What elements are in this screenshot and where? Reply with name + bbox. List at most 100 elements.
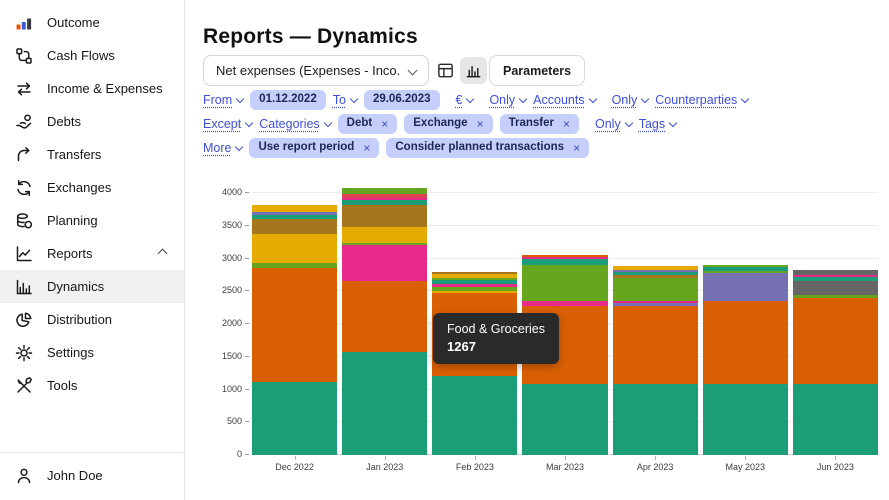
filter-row-3: More Use report period × Consider planned … (203, 137, 590, 159)
outcome-logo-icon (16, 18, 32, 29)
stacked-bar-may-2023[interactable] (702, 265, 788, 455)
sidebar-item-label: Exchanges (47, 180, 112, 195)
filter-from[interactable]: From (203, 93, 245, 107)
y-tick-mark (245, 421, 249, 423)
stacked-bar-jan-2023[interactable] (342, 187, 428, 455)
page-title: Reports — Dynamics (203, 25, 418, 49)
filter-categories[interactable]: Categories (259, 117, 332, 131)
y-tick-label: 3000 (221, 252, 242, 263)
stacked-bar-apr-2023[interactable] (612, 266, 698, 455)
table-view-button[interactable] (432, 57, 459, 84)
bar-segment-orange[interactable] (252, 267, 338, 383)
sidebar-item-planning[interactable]: Planning (0, 204, 184, 237)
x-tick-mark (745, 456, 747, 460)
sidebar-item-cash-flows[interactable]: Cash Flows (0, 39, 184, 72)
sidebar-item-tools[interactable]: Tools (0, 369, 184, 402)
y-tick-label: 1500 (221, 350, 242, 361)
filter-categories-mode[interactable]: Except (203, 117, 254, 131)
filter-accounts-mode[interactable]: Only (489, 93, 528, 107)
sidebar-item-label: Dynamics (47, 279, 105, 294)
category-chips: Debt × Exchange × Transfer × (337, 113, 579, 135)
reports-icon (16, 245, 32, 261)
chart-tooltip: Food & Groceries 1267 (433, 313, 559, 364)
bar-segment-teal[interactable] (702, 384, 788, 455)
bar-segment-green[interactable] (522, 265, 608, 302)
bar-segment-green[interactable] (612, 278, 698, 302)
filter-counterparties-mode[interactable]: Only (612, 93, 650, 107)
sidebar-item-transfers[interactable]: Transfers (0, 138, 184, 171)
user-menu[interactable]: John Doe (0, 459, 183, 492)
sidebar-item-reports[interactable]: Reports (0, 237, 184, 270)
bar-segment-magenta[interactable] (342, 245, 428, 281)
bar-segment-teal[interactable] (792, 384, 878, 455)
bar-segment-orange[interactable] (702, 301, 788, 385)
filter-tags-mode[interactable]: Only (595, 117, 633, 131)
more-chips: Use report period × Consider planned trans… (249, 137, 590, 159)
parameters-button[interactable]: Parameters (489, 55, 586, 86)
bar-segment-brown[interactable] (342, 204, 428, 228)
filter-counterparties[interactable]: Counterparties (655, 93, 750, 107)
x-tick-mark (565, 456, 566, 460)
filter-from-value-chip[interactable]: 01.12.2022 (250, 90, 326, 110)
metric-select[interactable]: Net expenses (Expenses - Inco... (203, 55, 429, 86)
stacked-bar-dec-2022[interactable] (252, 205, 338, 455)
bar-segment-amber[interactable] (342, 227, 428, 243)
filter-to-value-chip[interactable]: 29.06.2023 (363, 90, 440, 110)
chip-consider-planned-transactions[interactable]: Consider planned transactions × (386, 137, 590, 159)
bar-segment-gray[interactable] (792, 281, 878, 296)
chip-debt[interactable]: Debt × (337, 113, 398, 135)
sidebar-item-debts[interactable]: Debts (0, 105, 184, 138)
chip-remove-icon[interactable]: × (573, 141, 580, 155)
x-tick-mark (835, 456, 837, 460)
chip-exchange[interactable]: Exchange × (404, 113, 493, 135)
chart-y-axis-labels: 0 500 1000 1500 2000 2500 3000 3500 4000 (205, 187, 252, 459)
sidebar-item-income-expenses[interactable]: Income & Expenses (0, 72, 184, 105)
chevron-down-icon (624, 118, 633, 128)
bar-segment-teal[interactable] (522, 384, 608, 455)
filter-to[interactable]: To (333, 93, 359, 107)
bar-segment-brown[interactable] (252, 219, 338, 234)
bar-segment-orange[interactable] (792, 297, 878, 385)
y-tick-mark (245, 290, 249, 292)
sidebar-item-exchanges[interactable]: Exchanges (0, 171, 184, 204)
bar-segment-amber[interactable] (252, 233, 338, 264)
stacked-bar-jun-2023[interactable] (792, 269, 878, 455)
bar-segment-teal[interactable] (342, 352, 428, 455)
x-tick-label: Apr 2023 (636, 462, 674, 472)
user-name: John Doe (47, 468, 103, 483)
bar-segment-amber[interactable] (252, 205, 338, 213)
filter-tags[interactable]: Tags (639, 117, 678, 131)
bar-segment-teal[interactable] (612, 384, 698, 455)
sidebar-item-distribution[interactable]: Distribution (0, 303, 184, 336)
chart-view-button[interactable] (460, 57, 487, 84)
bar-segment-orange[interactable] (612, 305, 698, 385)
sidebar-item-outcome[interactable]: Outcome (0, 6, 184, 39)
sidebar-item-label: Cash Flows (47, 48, 115, 63)
app-window: Outcome Cash Flows Income & Expenses Deb… (0, 0, 889, 500)
chip-remove-icon[interactable]: × (477, 117, 484, 131)
filter-currency[interactable]: € (456, 93, 475, 107)
y-tick-label: 1000 (221, 383, 242, 394)
gear-icon (15, 344, 33, 361)
bar-segment-teal[interactable] (252, 382, 338, 455)
sidebar-item-dynamics[interactable]: Dynamics (0, 270, 184, 303)
sidebar-item-label: Tools (47, 378, 78, 393)
chart-plot: Dec 2022 Jan 2023 Feb 2023 Mar 2023 Apr 2023… (245, 187, 878, 472)
chevron-down-icon (323, 118, 332, 128)
y-tick-mark (245, 323, 249, 324)
chevron-down-icon (407, 65, 418, 76)
chip-remove-icon[interactable]: × (363, 141, 370, 155)
filter-accounts[interactable]: Accounts (533, 93, 597, 107)
chip-remove-icon[interactable]: × (563, 117, 570, 131)
chip-label: Consider planned transactions (395, 141, 565, 154)
bar-segment-purple[interactable] (702, 272, 788, 302)
sidebar-item-label: Settings (47, 345, 94, 360)
sidebar-item-settings[interactable]: Settings (0, 336, 184, 369)
chip-use-report-period[interactable]: Use report period × (249, 137, 380, 159)
filter-more[interactable]: More (203, 141, 244, 155)
chip-transfer[interactable]: Transfer × (499, 113, 579, 135)
chip-remove-icon[interactable]: × (381, 117, 388, 131)
bar-segment-teal[interactable] (432, 376, 518, 455)
bar-segment-orange[interactable] (342, 280, 428, 353)
x-tick-mark (384, 456, 386, 460)
